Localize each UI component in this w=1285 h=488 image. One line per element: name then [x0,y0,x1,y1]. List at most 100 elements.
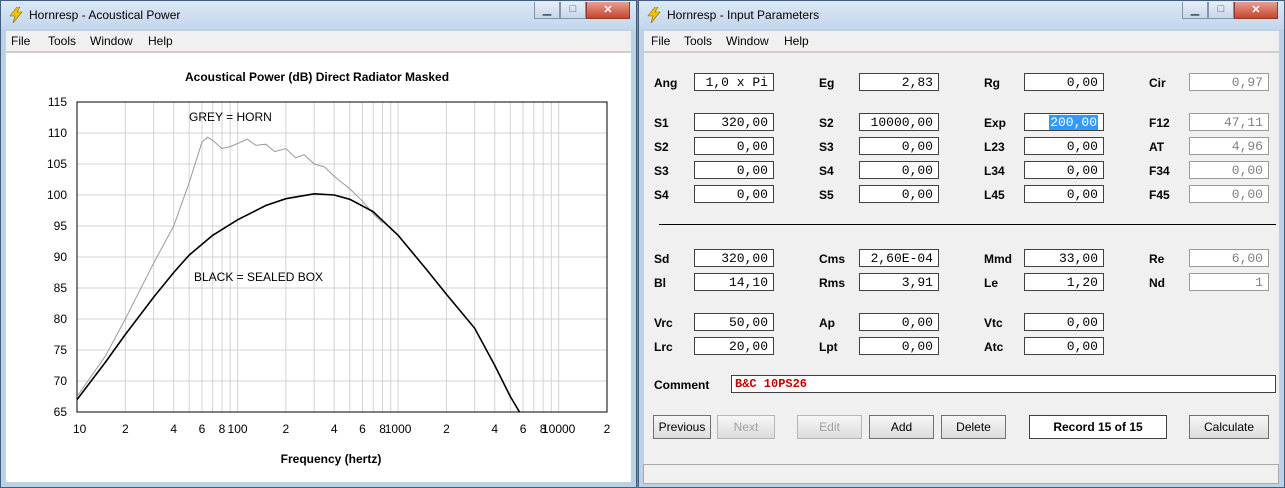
field-at[interactable]: 4,96 [1189,137,1269,155]
y-tick-label: 75 [54,343,68,357]
calculate-button[interactable]: Calculate [1189,415,1269,439]
field-f12[interactable]: 47,11 [1189,113,1269,131]
x-tick-label: 6 [199,422,206,436]
field-re[interactable]: 6,00 [1189,249,1269,267]
label-nd: Nd [1149,276,1165,290]
comment-field[interactable]: B&C 10PS26 [731,375,1276,393]
field-lpt[interactable]: 0,00 [859,337,939,355]
label-s3: S3 [654,164,669,178]
label-ang: Ang [654,76,678,90]
field-s1[interactable]: 320,00 [694,113,774,131]
field-rg[interactable]: 0,00 [1024,73,1104,91]
field-value: 47,11 [1223,115,1263,130]
field-l34[interactable]: 0,00 [1024,161,1104,179]
close-button[interactable]: ✕ [586,2,630,19]
status-bar [643,464,1279,484]
title-bar[interactable]: Hornresp - Acoustical Power ▁ □ ✕ [1,1,636,29]
window-title: Hornresp - Input Parameters [667,8,820,22]
field-f34[interactable]: 0,00 [1189,161,1269,179]
field-cir[interactable]: 0,97 [1189,73,1269,91]
minimize-button[interactable]: ▁ [534,2,560,19]
field-bl[interactable]: 14,10 [694,273,774,291]
field-s4a[interactable]: 0,00 [859,161,939,179]
annotation-grey-horn: GREY = HORN [189,110,272,124]
field-cms[interactable]: 2,60E-04 [859,249,939,267]
field-lrc[interactable]: 20,00 [694,337,774,355]
y-tick-label: 90 [54,250,68,264]
add-button[interactable]: Add [869,415,934,439]
field-l45[interactable]: 0,00 [1024,185,1104,203]
field-mmd[interactable]: 33,00 [1024,249,1104,267]
menu-tools[interactable]: Tools [684,34,712,48]
field-value: 1 [1255,275,1263,290]
field-value: 0,00 [1066,187,1098,202]
close-button[interactable]: ✕ [1234,2,1278,19]
field-nd[interactable]: 1 [1189,273,1269,291]
minimize-icon: ▁ [1190,4,1200,16]
field-s2[interactable]: 0,00 [694,137,774,155]
menu-file[interactable]: File [651,34,670,48]
field-value: 1,20 [1066,275,1098,290]
annotation-black-sealed-box: BLACK = SEALED BOX [194,270,323,284]
field-exp[interactable]: 200,00 [1024,113,1104,131]
x-tick-label: 10000 [542,422,576,436]
field-f45[interactable]: 0,00 [1189,185,1269,203]
label-rg: Rg [984,76,1000,90]
menu-help[interactable]: Help [148,34,173,48]
label-s5: S5 [819,188,834,202]
field-ang[interactable]: 1,0 x Pi [694,73,774,91]
menu-help[interactable]: Help [784,34,809,48]
field-value: 33,00 [1058,251,1098,266]
menu-window[interactable]: Window [90,34,133,48]
chart-area: Acoustical Power (dB) Direct Radiator Ma… [6,52,631,482]
menu-bar: File Tools Window Help [6,31,631,51]
maximize-icon: □ [1217,3,1225,15]
field-s4[interactable]: 0,00 [694,185,774,203]
field-value: 0,00 [1066,163,1098,178]
label-lrc: Lrc [654,340,673,354]
field-value: 2,83 [901,75,933,90]
field-ap[interactable]: 0,00 [859,313,939,331]
menu-tools[interactable]: Tools [48,34,76,48]
field-atc[interactable]: 0,00 [1024,337,1104,355]
maximize-button[interactable]: □ [560,2,586,19]
field-value: 320,00 [721,115,768,130]
field-eg[interactable]: 2,83 [859,73,939,91]
edit-button[interactable]: Edit [797,415,862,439]
minimize-button[interactable]: ▁ [1182,2,1208,19]
field-s2a[interactable]: 10000,00 [859,113,939,131]
next-button[interactable]: Next [717,415,775,439]
menu-file[interactable]: File [11,34,30,48]
x-axis-label: Frequency (hertz) [281,452,382,466]
field-vrc[interactable]: 50,00 [694,313,774,331]
delete-button[interactable]: Delete [941,415,1006,439]
x-tick-label: 1000 [385,422,412,436]
menu-window[interactable]: Window [726,34,769,48]
field-s3a[interactable]: 0,00 [859,137,939,155]
field-value: 0,00 [736,187,768,202]
x-tick-label: 2 [443,422,450,436]
label-exp: Exp [984,116,1007,130]
field-s5[interactable]: 0,00 [859,185,939,203]
field-s3[interactable]: 0,00 [694,161,774,179]
field-l23[interactable]: 0,00 [1024,137,1104,155]
label-cms: Cms [819,252,846,266]
field-value: 20,00 [728,339,768,354]
field-value: 0,00 [1066,139,1098,154]
field-le[interactable]: 1,20 [1024,273,1104,291]
label-bl: Bl [654,276,666,290]
x-tick-label: 4 [491,422,498,436]
field-vtc[interactable]: 0,00 [1024,313,1104,331]
previous-button[interactable]: Previous [653,415,711,439]
field-value: 0,00 [1066,75,1098,90]
label-vrc: Vrc [654,316,673,330]
field-sd[interactable]: 320,00 [694,249,774,267]
field-value: 50,00 [728,315,768,330]
field-value: 3,91 [901,275,933,290]
field-value: 6,00 [1231,251,1263,266]
label-s1: S1 [654,116,669,130]
y-tick-label: 65 [54,405,68,419]
field-rms[interactable]: 3,91 [859,273,939,291]
maximize-button[interactable]: □ [1208,2,1234,19]
title-bar[interactable]: Hornresp - Input Parameters ▁ □ ✕ [639,1,1284,29]
